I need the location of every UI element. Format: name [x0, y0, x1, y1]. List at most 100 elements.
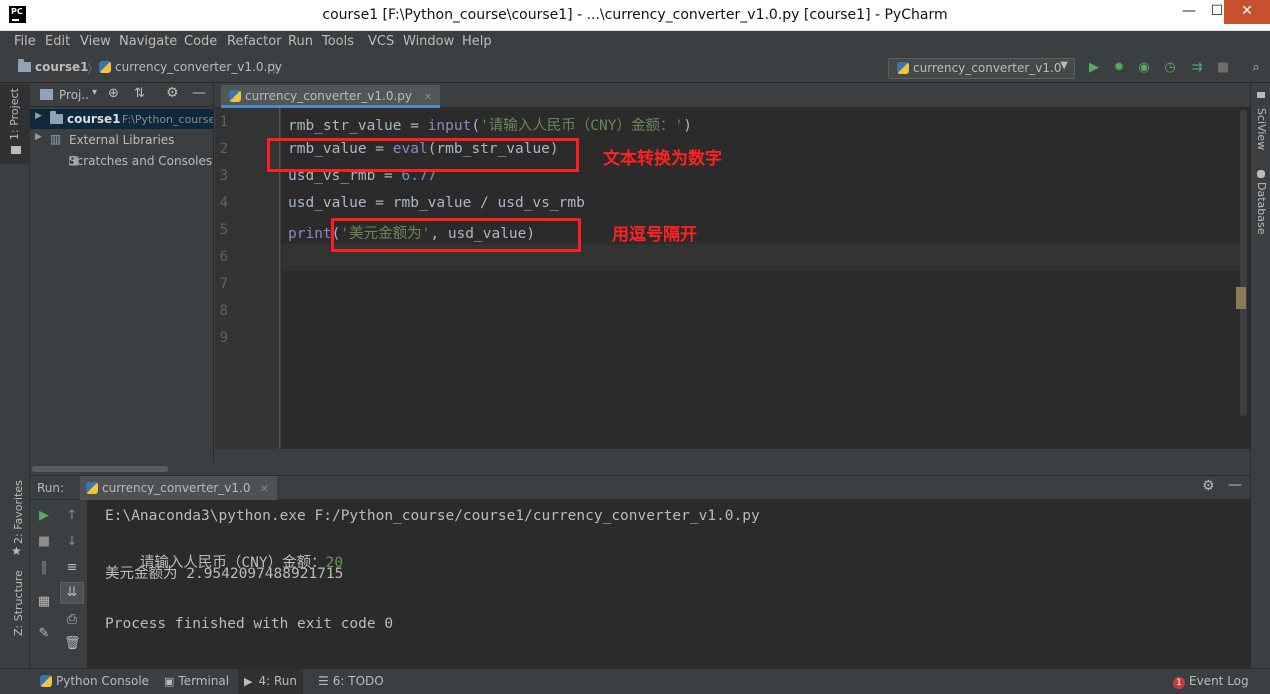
tree-item-scratches[interactable]: ◨ Scratches and Consoles — [30, 151, 213, 171]
menu-view[interactable]: View — [80, 34, 111, 49]
down-arrow-icon[interactable]: ↓ — [64, 534, 80, 550]
star-icon: ★ — [11, 544, 22, 558]
run-tab-currency-converter[interactable]: currency_converter_v1.0 ✕ — [80, 476, 277, 500]
layout-icon[interactable]: ▦ — [36, 594, 52, 610]
breadcrumb-project[interactable]: course1 — [18, 59, 88, 74]
project-panel-header: Proj.. ▾ ⊕ ⇅ ⚙ — — [30, 84, 213, 107]
menu-bar: File Edit View Navigate Code Refactor Ru… — [0, 31, 1270, 53]
breadcrumb-file[interactable]: currency_converter_v1.0.py — [99, 60, 282, 74]
project-folder-icon — [11, 146, 21, 154]
title-bar: PC course1 [F:\Python_course\course1] - … — [0, 0, 1270, 31]
menu-code[interactable]: Code — [184, 34, 217, 49]
menu-vcs[interactable]: VCS — [368, 34, 394, 49]
project-tab-label: 1: Project — [8, 88, 21, 140]
soft-wrap-icon[interactable]: ≡ — [64, 560, 80, 576]
code-line-4: usd_value = rmb_value / usd_vs_rmb — [288, 195, 585, 211]
menu-help[interactable]: Help — [462, 34, 492, 49]
editor-vertical-scrollbar[interactable] — [1240, 110, 1247, 416]
annotation-comma: 用逗号隔开 — [612, 225, 697, 245]
print-icon[interactable]: ⎙ — [64, 612, 80, 628]
run-tool-button[interactable]: ▶ 4: Run — [238, 669, 303, 694]
close-button[interactable]: ✕ — [1224, 0, 1270, 24]
run-configuration-select[interactable]: currency_converter_v1.0 ▼ — [888, 58, 1075, 79]
line-number: 5 — [219, 222, 228, 238]
expand-arrow-icon[interactable]: ▶ — [35, 111, 42, 121]
code-editor[interactable]: rmb_str_value = input('请输入人民币（CNY）金额：') … — [267, 108, 1250, 449]
expand-arrow-icon[interactable]: ▶ — [35, 132, 42, 142]
menu-file[interactable]: File — [14, 34, 36, 49]
line-number: 8 — [219, 303, 228, 319]
navigation-bar: course1 〉 currency_converter_v1.0.py 〉 c… — [0, 53, 1270, 83]
todo-list-icon: ☰ — [318, 674, 329, 688]
close-tab-icon[interactable]: ✕ — [424, 92, 432, 103]
run-icon[interactable]: ▶ — [1086, 60, 1102, 76]
scroll-to-end-icon[interactable]: ⇊ — [60, 582, 84, 604]
coverage-icon[interactable]: ◉ — [1136, 60, 1152, 76]
terminal-icon: ▣ — [164, 675, 175, 688]
run-panel-label: Run: — [37, 481, 65, 495]
project-horizontal-scrollbar[interactable] — [30, 464, 214, 473]
menu-refactor[interactable]: Refactor — [227, 34, 282, 49]
python-console-button[interactable]: Python Console — [40, 674, 149, 688]
profile-icon[interactable]: ◷ — [1162, 60, 1178, 76]
pin-icon[interactable]: ✎ — [36, 626, 52, 642]
build-icon[interactable]: ⇉ — [1189, 60, 1205, 76]
sciview-icon — [1257, 92, 1265, 98]
tree-item-path: F:\Python_course\course1 — [122, 113, 213, 126]
tree-item-external-libraries[interactable]: ▶ ▥ External Libraries — [30, 130, 213, 150]
highlight-box-eval — [267, 138, 579, 172]
console-exit-message: Process finished with exit code 0 — [105, 616, 394, 632]
project-panel: Proj.. ▾ ⊕ ⇅ ⚙ — ▶ course1 F:\Python_cou… — [30, 84, 214, 474]
gear-icon[interactable]: ⚙ — [1202, 478, 1215, 494]
line-number: 2 — [219, 141, 228, 157]
debug-icon[interactable]: ✹ — [1111, 60, 1127, 76]
chevron-down-icon[interactable]: ▾ — [92, 87, 97, 98]
highlight-box-comma — [331, 218, 581, 252]
project-view-select[interactable]: Proj.. — [59, 88, 89, 102]
line-number: 1 — [219, 114, 228, 130]
locate-icon[interactable]: ⊕ — [108, 86, 119, 101]
run-console[interactable]: E:\Anaconda3\python.exe F:/Python_course… — [88, 500, 1250, 668]
project-view-icon — [40, 89, 53, 100]
menu-edit[interactable]: Edit — [45, 34, 70, 49]
hide-panel-icon[interactable]: — — [1228, 477, 1242, 493]
todo-button[interactable]: ☰ 6: TODO — [318, 674, 384, 688]
menu-window[interactable]: Window — [403, 34, 454, 49]
sciview-tab[interactable]: SciView — [1255, 108, 1268, 150]
collapse-all-icon[interactable]: ⇅ — [134, 86, 145, 101]
editor-scroll-marker[interactable] — [1236, 287, 1246, 309]
close-tab-icon[interactable]: ✕ — [260, 484, 268, 495]
database-tab[interactable]: Database — [1255, 182, 1268, 235]
database-icon — [1257, 170, 1265, 178]
line-number: 7 — [219, 276, 228, 292]
up-arrow-icon[interactable]: ↑ — [64, 508, 80, 524]
menu-tools[interactable]: Tools — [322, 34, 354, 49]
left-tool-strip: 1: Project 2: Favorites ★ Z: Structure — [0, 84, 30, 668]
annotation-eval: 文本转换为数字 — [603, 149, 722, 169]
search-icon[interactable]: ⌕ — [1248, 60, 1264, 76]
library-icon: ▥ — [50, 132, 62, 146]
line-number: 3 — [219, 168, 228, 184]
hide-panel-icon[interactable]: — — [192, 85, 206, 101]
rerun-icon[interactable]: ▶ — [36, 508, 52, 524]
stop-icon[interactable]: ■ — [1215, 60, 1231, 76]
pause-icon[interactable]: ‖ — [36, 560, 52, 576]
tree-item-label: External Libraries — [69, 133, 175, 147]
gear-icon[interactable]: ⚙ — [166, 85, 179, 101]
menu-navigate[interactable]: Navigate — [119, 34, 177, 49]
terminal-button[interactable]: ▣ Terminal — [164, 674, 229, 688]
python-icon — [897, 62, 909, 74]
structure-tab[interactable]: Z: Structure — [12, 570, 25, 636]
tree-item-label: course1 — [67, 112, 121, 126]
menu-run[interactable]: Run — [288, 34, 313, 49]
stop-icon[interactable]: ■ — [36, 534, 52, 550]
trash-icon[interactable]: 🗑 — [64, 636, 81, 652]
editor-tab-currency-converter[interactable]: currency_converter_v1.0.py ✕ — [221, 85, 441, 108]
project-tool-tab[interactable]: 1: Project — [0, 84, 30, 164]
favorites-tab[interactable]: 2: Favorites — [12, 480, 25, 544]
tree-item-course1[interactable]: ▶ course1 F:\Python_course\course1 — [30, 109, 213, 129]
event-log-button[interactable]: 1 Event Log — [1173, 674, 1249, 689]
line-number: 4 — [219, 195, 228, 211]
run-panel-header: Run: currency_converter_v1.0 ✕ ⚙ — — [30, 475, 1250, 500]
scrollbar-thumb[interactable] — [32, 466, 168, 472]
